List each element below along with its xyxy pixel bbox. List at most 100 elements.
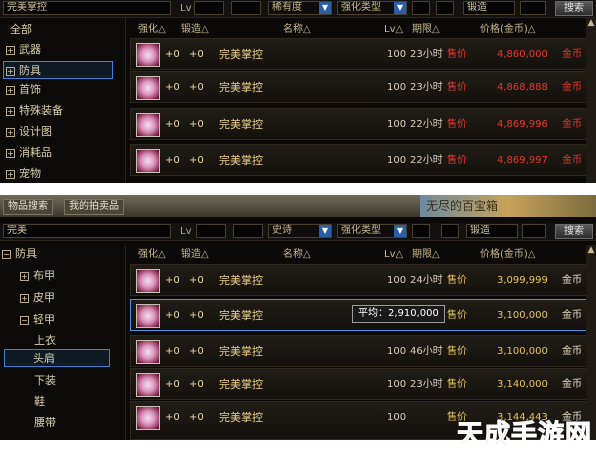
col-header-forge[interactable]: 锻造△: [181, 22, 209, 38]
tree-item-shoulder[interactable]: 头肩: [4, 349, 110, 367]
currency-label: 金币: [562, 379, 582, 390]
enhance-type-select[interactable]: 强化类型 ▼: [337, 224, 407, 238]
item-name: 完美掌控: [219, 274, 263, 287]
site-watermark: 天成手游网: [456, 420, 592, 451]
item-name: 完美掌控: [219, 309, 263, 322]
forge-value: +0: [189, 275, 204, 286]
forge-value: +0: [189, 379, 204, 390]
scroll-up-icon[interactable]: ▲: [586, 245, 596, 255]
tree-item-consumable[interactable]: + 消耗品: [6, 144, 52, 162]
tree-item-armor[interactable]: + 防具: [3, 61, 113, 79]
tree-item-belt[interactable]: 腰带: [34, 414, 56, 432]
level-value: 100: [387, 82, 407, 93]
scroll-up-icon[interactable]: ▲: [586, 18, 596, 28]
level-value: 100: [387, 379, 407, 390]
enhance-value: +0: [165, 310, 180, 321]
level-value: 100: [387, 155, 407, 166]
col-header-price[interactable]: 价格(金币)△: [480, 22, 536, 38]
expand-icon[interactable]: +: [20, 293, 29, 303]
tree-item-coat[interactable]: 上衣: [34, 332, 56, 350]
tree-item-pants[interactable]: 下装: [34, 372, 56, 390]
table-row[interactable]: +0 +0 完美掌控 100 23小时 售价 4,860,000 金币: [130, 38, 588, 70]
time-left: 23小时: [410, 379, 443, 390]
rarity-select[interactable]: 史诗 ▼: [268, 224, 332, 238]
rarity-select[interactable]: 稀有度 ▼: [268, 1, 332, 15]
lv-min-input[interactable]: [196, 224, 226, 238]
col-header-name[interactable]: 名称△: [283, 22, 311, 38]
lv-min-input[interactable]: [194, 1, 224, 15]
table-row[interactable]: +0 +0 完美掌控 100 46小时 售价 3,100,000 金币: [130, 335, 588, 367]
collapse-icon[interactable]: −: [2, 249, 11, 259]
scrollbar[interactable]: ▲: [586, 245, 596, 440]
expand-icon[interactable]: +: [6, 85, 15, 95]
tree-item-accessory[interactable]: + 首饰: [6, 81, 41, 99]
enhance-max-input[interactable]: [441, 224, 459, 238]
tab-item-search[interactable]: 物品搜索: [3, 199, 53, 215]
tree-item-weapon[interactable]: + 武器: [6, 41, 41, 59]
table-row[interactable]: +0 +0 完美掌控 100 22小时 售价 4,869,997 金币: [130, 144, 588, 176]
tree-item-light-armor[interactable]: − 轻甲: [20, 311, 55, 329]
tree-item-armor[interactable]: − 防具: [2, 245, 37, 263]
lv-max-input[interactable]: [231, 1, 261, 15]
enhance-max-input[interactable]: [436, 1, 454, 15]
table-row[interactable]: +0 +0 完美掌控 100 22小时 售价 4,869,996 金币: [130, 108, 588, 140]
expand-icon[interactable]: +: [6, 169, 15, 179]
sale-label: 售价: [447, 119, 467, 130]
tree-item-blueprint[interactable]: + 设计图: [6, 123, 52, 141]
tree-item-pet[interactable]: + 宠物: [6, 165, 41, 183]
expand-icon[interactable]: +: [6, 66, 15, 76]
item-name: 完美掌控: [219, 118, 263, 131]
tree-item-all[interactable]: 全部: [10, 21, 32, 39]
tab-bar: 物品搜索 我的拍卖品: [0, 195, 420, 217]
level-value: 100: [387, 346, 407, 357]
sale-label: 售价: [447, 155, 467, 166]
search-button[interactable]: 搜索: [555, 224, 593, 239]
collapse-icon[interactable]: −: [20, 315, 29, 325]
table-row[interactable]: +0 +0 完美掌控 100 23小时 售价 4,868,888 金币: [130, 71, 588, 103]
expand-icon[interactable]: +: [6, 45, 15, 55]
item-name-input[interactable]: 完美掌控: [3, 1, 171, 15]
col-header-time[interactable]: 期限△: [412, 247, 440, 263]
currency-label: 金币: [562, 119, 582, 130]
expand-icon[interactable]: +: [6, 148, 15, 158]
item-name-input[interactable]: 完美: [3, 224, 171, 238]
enhance-min-input[interactable]: [412, 1, 430, 15]
col-header-price[interactable]: 价格(金币)△: [480, 247, 536, 263]
forge-value: +0: [189, 310, 204, 321]
level-value: 100: [387, 119, 407, 130]
expand-icon[interactable]: +: [6, 106, 15, 116]
forge-max-input[interactable]: [520, 1, 546, 15]
forge-input[interactable]: 锻造: [463, 1, 515, 15]
currency-label: 金币: [562, 49, 582, 60]
table-row[interactable]: +0 +0 完美掌控 100 23小时 售价 3,140,000 金币: [130, 368, 588, 400]
table-row[interactable]: +0 +0 完美掌控 100 24小时 售价 3,099,999 金币: [130, 264, 588, 296]
tree-item-special[interactable]: + 特殊装备: [6, 102, 63, 120]
col-header-lv[interactable]: Lv△: [384, 247, 403, 263]
item-name: 完美掌控: [219, 81, 263, 94]
tab-my-auctions[interactable]: 我的拍卖品: [64, 199, 124, 215]
col-header-forge[interactable]: 锻造△: [181, 247, 209, 263]
tree-item-cloth[interactable]: + 布甲: [20, 267, 55, 285]
col-header-time[interactable]: 期限△: [412, 22, 440, 38]
tree-item-label: 设计图: [19, 125, 52, 138]
price-value: 3,100,000: [497, 346, 548, 357]
enhance-type-select[interactable]: 强化类型 ▼: [337, 1, 407, 15]
scrollbar[interactable]: ▲: [586, 18, 596, 183]
enhance-min-input[interactable]: [412, 224, 430, 238]
col-header-lv[interactable]: Lv△: [384, 22, 403, 38]
col-header-enhance[interactable]: 强化△: [138, 247, 166, 263]
search-button[interactable]: 搜索: [555, 1, 593, 16]
expand-icon[interactable]: +: [20, 271, 29, 281]
sale-label: 售价: [447, 310, 467, 321]
expand-icon[interactable]: +: [6, 127, 15, 137]
lv-max-input[interactable]: [233, 224, 263, 238]
currency-label: 金币: [562, 82, 582, 93]
time-left: 22小时: [410, 155, 443, 166]
forge-max-input[interactable]: [522, 224, 546, 238]
col-header-enhance[interactable]: 强化△: [138, 22, 166, 38]
tree-item-leather[interactable]: + 皮甲: [20, 289, 55, 307]
forge-input[interactable]: 锻造: [466, 224, 518, 238]
col-header-name[interactable]: 名称△: [283, 247, 311, 263]
tree-item-shoes[interactable]: 鞋: [34, 393, 45, 411]
enhance-type-value: 强化类型: [341, 225, 381, 236]
